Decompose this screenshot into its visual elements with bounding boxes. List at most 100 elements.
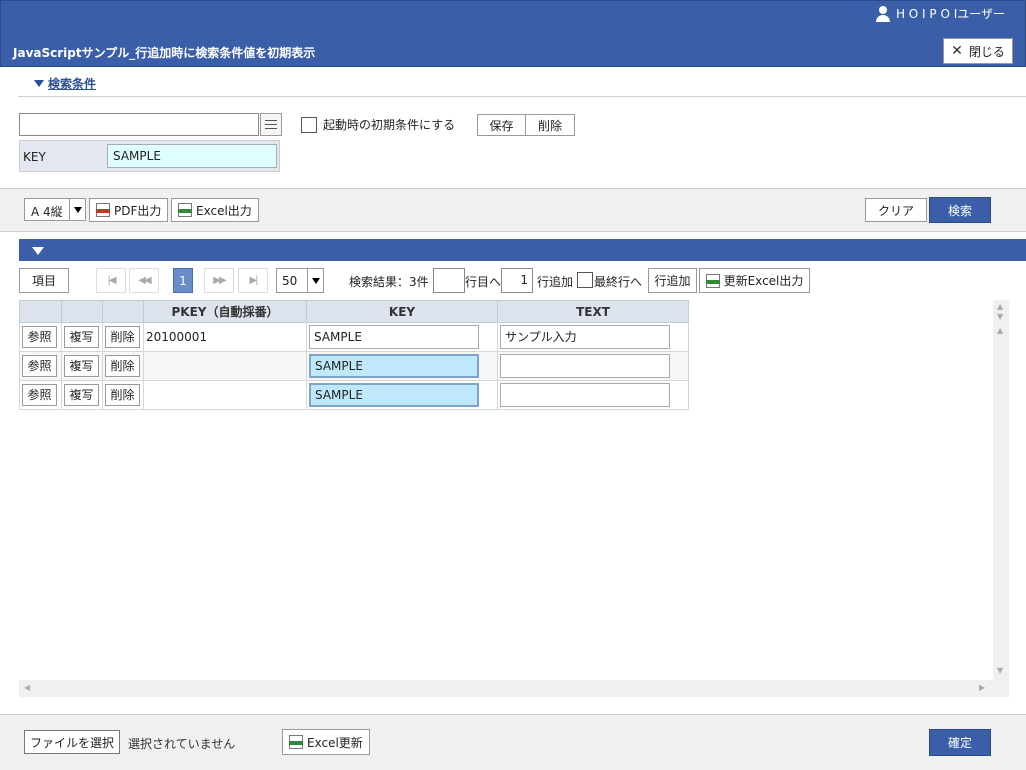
text-cell-input[interactable]: サンプル入力 (500, 325, 670, 349)
update-excel-button[interactable]: 更新Excel出力 (699, 268, 810, 293)
column-header-pkey[interactable]: PKEY（自動採番） (143, 300, 307, 323)
confirm-button[interactable]: 確定 (929, 729, 991, 756)
pkey-cell (143, 380, 307, 410)
column-header (61, 300, 103, 323)
save-condition-button[interactable]: 保存 (477, 114, 526, 136)
row-delete-button[interactable]: 削除 (105, 326, 140, 348)
excel-export-button[interactable]: Excel出力 (171, 198, 259, 222)
next-page-icon[interactable]: ▶▶ (204, 268, 234, 293)
paper-size-value: A 4縦 (31, 205, 63, 219)
page-title: JavaScriptサンプル_行追加時に検索条件値を初期表示 (13, 46, 316, 60)
column-header (19, 300, 62, 323)
title-bar: H O I P O Iユーザー JavaScriptサンプル_行追加時に検索条件… (0, 0, 1026, 67)
scroll-up-icon[interactable]: ▲ (997, 326, 1003, 335)
copy-button[interactable]: 複写 (64, 384, 99, 406)
excel-export-label: Excel出力 (196, 203, 252, 218)
triangle-down-icon (34, 80, 44, 87)
data-grid: PKEY（自動採番） KEY TEXT 参照 複写 削除 20100001 SA… (19, 300, 689, 410)
footer-bar: ファイルを選択 選択されていません Excel更新 確定 (0, 714, 1026, 770)
init-condition-option: 起動時の初期条件にする (301, 116, 455, 133)
pkey-cell (143, 351, 307, 381)
goto-row-input[interactable] (433, 268, 465, 293)
results-section-header[interactable] (19, 239, 1026, 261)
ref-button[interactable]: 参照 (22, 326, 57, 348)
scroll-down-icon[interactable]: ▼ (997, 312, 1003, 321)
chevron-down-icon (307, 269, 323, 292)
scroll-left-icon[interactable]: ◀ (24, 683, 30, 692)
key-cell-input[interactable]: SAMPLE (309, 383, 479, 407)
key-cell-input[interactable]: SAMPLE (309, 354, 479, 378)
triangle-down-icon (32, 247, 44, 255)
add-row-button[interactable]: 行追加 (648, 268, 697, 293)
excel-update-button[interactable]: Excel更新 (282, 729, 370, 755)
text-cell-input[interactable] (500, 383, 670, 407)
excel-update-label: Excel更新 (307, 735, 363, 750)
scroll-right-icon[interactable]: ▶ (979, 683, 985, 692)
close-button-label: 閉じる (968, 44, 1005, 59)
pdf-export-button[interactable]: PDF出力 (89, 198, 169, 222)
ref-button[interactable]: 参照 (22, 355, 57, 377)
scroll-up-icon[interactable]: ▲ (997, 302, 1003, 311)
delete-condition-button[interactable]: 削除 (525, 114, 575, 136)
column-header-key[interactable]: KEY (306, 300, 498, 323)
pdf-icon (96, 203, 110, 217)
update-excel-label: 更新Excel出力 (723, 274, 804, 288)
table-row: 参照 複写 削除 20100001 SAMPLE サンプル入力 (19, 322, 689, 352)
pdf-export-label: PDF出力 (114, 203, 162, 218)
close-icon: ✕ (951, 43, 963, 59)
init-condition-checkbox[interactable] (301, 116, 317, 133)
copy-button[interactable]: 複写 (64, 326, 99, 348)
pkey-cell: 20100001 (143, 322, 307, 352)
user-icon (875, 5, 890, 22)
table-row: 参照 複写 削除 SAMPLE (19, 380, 689, 410)
excel-icon (705, 273, 720, 288)
last-page-icon[interactable]: ▶| (238, 268, 268, 293)
page-size-value: 50 (282, 274, 298, 288)
pager-toolbar: 項目 |◀ ◀◀ 1 ▶▶ ▶| 50 検索結果：3件 行目へ 1 行追加 最終… (19, 268, 1019, 294)
text-cell-input[interactable] (500, 354, 670, 378)
last-row-label: 最終行へ (594, 275, 643, 289)
excel-icon (289, 735, 303, 749)
condition-list-button[interactable] (260, 113, 282, 136)
grid-header-row: PKEY（自動採番） KEY TEXT (19, 300, 689, 323)
search-button[interactable]: 検索 (929, 197, 991, 223)
table-row: 参照 複写 削除 SAMPLE (19, 351, 689, 381)
excel-icon (178, 203, 192, 217)
saved-condition-input[interactable] (19, 113, 259, 136)
clear-button[interactable]: クリア (865, 198, 927, 222)
divider (18, 96, 1026, 97)
add-row-count-label: 行追加 (537, 275, 574, 289)
close-button[interactable]: ✕ 閉じる (943, 38, 1013, 64)
result-count: 検索結果：3件 (349, 275, 429, 289)
row-delete-button[interactable]: 削除 (105, 384, 140, 406)
user-info[interactable]: H O I P O Iユーザー (875, 5, 1005, 22)
row-delete-button[interactable]: 削除 (105, 355, 140, 377)
column-header (102, 300, 144, 323)
ref-button[interactable]: 参照 (22, 384, 57, 406)
search-conditions-label: 検索条件 (48, 77, 97, 91)
key-condition-input[interactable]: SAMPLE (107, 144, 277, 168)
scroll-down-icon[interactable]: ▼ (997, 666, 1003, 675)
key-condition-label: KEY (23, 150, 46, 164)
page-size-select[interactable]: 50 (276, 268, 324, 293)
list-icon (265, 120, 277, 129)
column-header-text[interactable]: TEXT (497, 300, 689, 323)
choose-file-button[interactable]: ファイルを選択 (24, 730, 121, 754)
search-conditions-toggle[interactable]: 検索条件 (34, 75, 96, 92)
copy-button[interactable]: 複写 (64, 355, 99, 377)
horizontal-scrollbar[interactable]: ◀ ▶ (19, 680, 993, 697)
last-row-checkbox[interactable] (577, 272, 593, 288)
init-condition-label: 起動時の初期条件にする (323, 118, 456, 132)
first-page-icon[interactable]: |◀ (96, 268, 126, 293)
key-cell-input[interactable]: SAMPLE (309, 325, 479, 349)
file-status: 選択されていません (128, 737, 236, 751)
vertical-scrollbar[interactable]: ▲ ▼ ▲ ▼ (993, 300, 1009, 697)
add-row-count-input[interactable]: 1 (501, 268, 533, 293)
user-name: H O I P O Iユーザー (895, 7, 1005, 21)
paper-size-select[interactable]: A 4縦 (24, 198, 86, 221)
columns-button[interactable]: 項目 (19, 268, 69, 293)
key-condition-row: KEY SAMPLE (19, 140, 280, 172)
current-page[interactable]: 1 (173, 268, 193, 293)
prev-page-icon[interactable]: ◀◀ (129, 268, 159, 293)
goto-row-label: 行目へ (465, 275, 502, 289)
